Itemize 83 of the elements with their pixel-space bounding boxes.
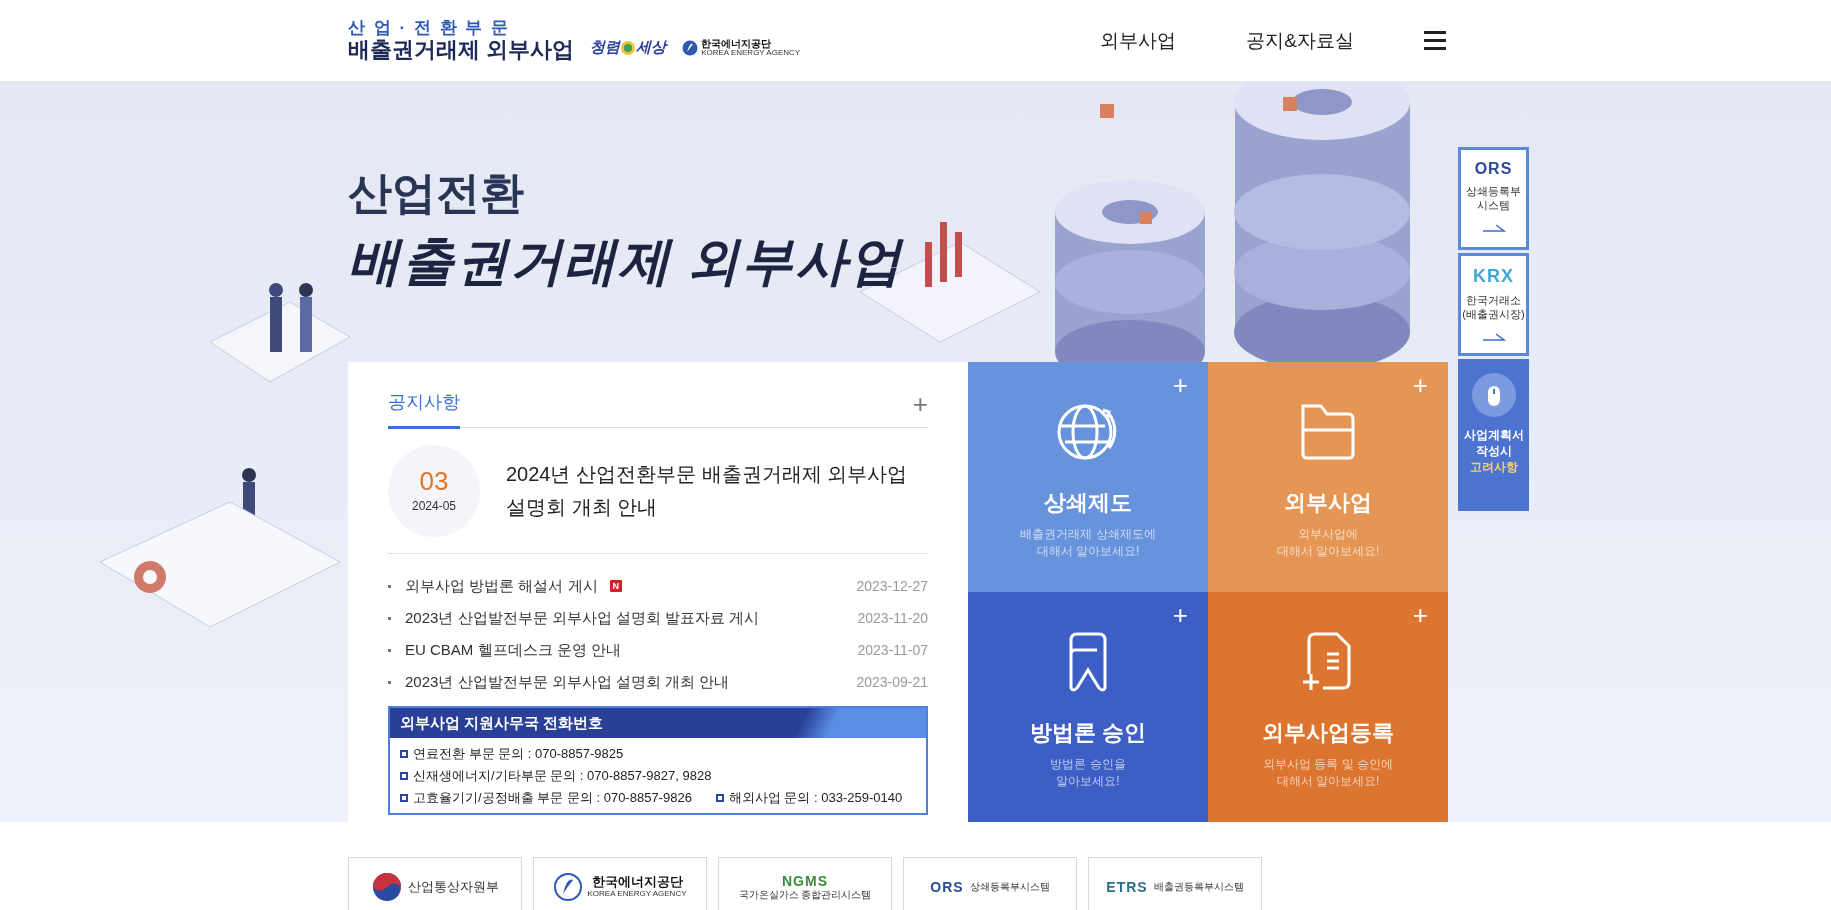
tile-description: 배출권거래제 상쇄제도에 대해서 알아보세요!	[1020, 526, 1156, 560]
bullet-icon	[388, 584, 391, 588]
plus-text: +	[1412, 602, 1428, 628]
date-month: 2024-05	[411, 499, 456, 513]
new-badge: N	[609, 580, 622, 592]
quick-link-label: 한국거래소 (배출권시장)	[1462, 293, 1525, 322]
system-logo: ORS	[1474, 160, 1513, 178]
agency-name: 한국에너지공단	[701, 38, 772, 49]
clean-logo-text: 청렴	[590, 38, 621, 57]
hero-title: 산업전환	[348, 167, 524, 219]
quick-link-button[interactable]: ORS 상쇄등록부 시스템	[1458, 147, 1529, 250]
guide-label: 사업계획서 작성시	[1463, 427, 1524, 460]
quick-link-label: 상쇄등록부 시스템	[1466, 184, 1521, 213]
notice-link[interactable]: 외부사업 방법론 해설서 게시	[405, 576, 598, 596]
notice-date: 2023-11-20	[857, 610, 928, 626]
square-bullet-icon	[400, 750, 408, 758]
emblem-icon	[553, 873, 582, 901]
globe-icon	[1057, 404, 1117, 460]
site-english-name: KOREA ENERGY AGENCY	[587, 889, 687, 899]
site-logo: NGMS	[782, 873, 828, 890]
site-link[interactable]: ORS 상쇄등록부시스템	[903, 857, 1077, 910]
site-logo: ORS	[930, 879, 964, 895]
plus-text: +	[1412, 372, 1428, 398]
notice-link[interactable]: 2023년 산업발전부문 외부사업 설명회 개최 안내	[405, 672, 730, 692]
notice-date: 2023-09-21	[856, 674, 928, 690]
contact-text: 해외사업 문의 : 033-259-0140	[728, 789, 903, 807]
logo-subtitle[interactable]: 산 업 · 전 환 부 문	[348, 19, 575, 38]
notice-link[interactable]: EU CBAM 헬프데스크 운영 안내	[405, 640, 621, 660]
document-add-icon	[1303, 632, 1351, 690]
plus-text: +	[1172, 602, 1188, 628]
square-bullet-icon	[400, 794, 408, 802]
contact-text: 연료전환 부문 문의 : 070-8857-9825	[413, 745, 624, 763]
tile-description: 외부사업 등록 및 승인에 대해서 알아보세요!	[1263, 756, 1393, 790]
bullet-icon	[388, 648, 391, 652]
bullet-icon	[388, 680, 391, 684]
date-day: 03	[419, 468, 449, 494]
notice-link[interactable]: 2023년 산업발전부문 외부사업 설명회 발표자료 게시	[405, 608, 760, 628]
agency-english-name: KOREA ENERGY AGENCY	[701, 48, 801, 57]
nav-link[interactable]: 외부사업	[1100, 27, 1177, 54]
site-link[interactable]: 산업통상자원부	[348, 857, 522, 910]
emblem-icon	[371, 872, 402, 902]
bookmark-icon	[1069, 632, 1107, 692]
tile-title: 상쇄제도	[1044, 489, 1132, 517]
site-name: 배출권등록부시스템	[1153, 880, 1244, 894]
folder-icon	[1301, 404, 1355, 460]
contact-text: 고효율기기/공정배출 부문 문의 : 070-8857-9826	[413, 789, 692, 807]
hero-heading: 배출권거래제 외부사업	[348, 232, 903, 292]
contact-title: 외부사업 지원사무국 전화번호	[400, 713, 604, 733]
notice-date: 2023-12-27	[856, 578, 928, 594]
site-name: 상쇄등록부시스템	[969, 880, 1050, 894]
tile-title: 방법론 승인	[1029, 719, 1147, 747]
quick-link-button[interactable]: KRX 한국거래소 (배출권시장)	[1458, 253, 1529, 356]
featured-notice-link[interactable]: 2024년 산업전환부문 배출권거래제 외부사업 설명회 개최 안내	[506, 457, 926, 524]
site-name: 산업통상자원부	[407, 878, 499, 896]
tile-title: 외부사업등록	[1262, 719, 1394, 747]
tile-title: 외부사업	[1284, 489, 1372, 517]
site-name: 국가온실가스 종합관리시스템	[738, 889, 872, 901]
tile-description: 방법론 승인을 알아보세요!	[1050, 756, 1126, 790]
square-bullet-icon	[715, 794, 724, 802]
nav-link[interactable]: 공지&자료실	[1246, 27, 1354, 54]
system-logo: KRX	[1473, 266, 1514, 287]
agency-emblem-icon	[682, 39, 699, 56]
site-link[interactable]: NGMS 국가온실가스 종합관리시스템	[718, 857, 892, 910]
square-bullet-icon	[400, 772, 408, 780]
site-link[interactable]: ETRS 배출권등록부시스템	[1088, 857, 1262, 910]
tile-description: 외부사업에 대해서 알아보세요!	[1276, 526, 1380, 560]
site-link[interactable]: 한국에너지공단 KOREA ENERGY AGENCY	[533, 857, 707, 910]
guide-button[interactable]: 사업계획서 작성시 고려사항	[1458, 359, 1529, 511]
plus-text: +	[1172, 372, 1188, 398]
mouse-icon	[1471, 373, 1516, 417]
menu-tile[interactable]: + 방법론 승인 방법론 승인을 알아보세요!	[968, 592, 1208, 822]
site-name: 한국에너지공단	[591, 875, 683, 890]
circle-icon	[620, 39, 637, 56]
clean-logo-text: 세상	[636, 38, 667, 57]
menu-icon[interactable]	[1424, 30, 1446, 51]
guide-highlight: 고려사항	[1469, 459, 1518, 477]
site-logo: ETRS	[1106, 879, 1148, 895]
more-button[interactable]: +	[912, 391, 928, 427]
notice-tab[interactable]: 공지사항	[388, 390, 460, 429]
bullet-icon	[388, 616, 391, 620]
logo-title[interactable]: 배출권거래제 외부사업	[348, 37, 575, 62]
contact-text: 신재생에너지/기타부문 문의 : 070-8857-9827, 9828	[413, 767, 712, 785]
notice-date: 2023-11-07	[857, 642, 928, 658]
